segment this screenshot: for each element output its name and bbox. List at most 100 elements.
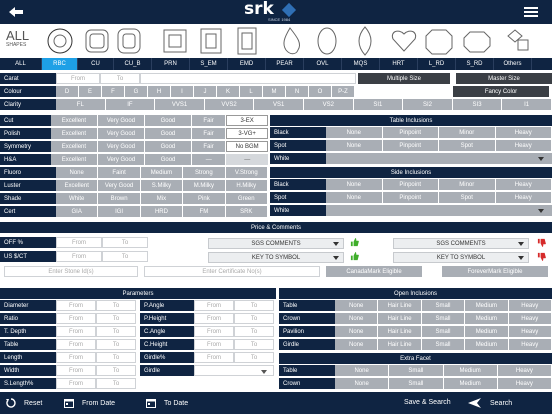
thumbs-up-icon[interactable]: [350, 252, 359, 261]
fluoro-option-v-strong[interactable]: V.Strong: [225, 167, 268, 178]
param-to-input[interactable]: To: [96, 326, 136, 337]
param-to-input[interactable]: To: [96, 300, 136, 311]
ha-option-excellent[interactable]: Excellent: [50, 154, 98, 165]
param-to-input[interactable]: To: [234, 313, 274, 324]
girdle-dropdown[interactable]: [194, 365, 274, 376]
fancy-color-button[interactable]: Fancy Color: [453, 86, 549, 97]
table_inclusions-option-minor[interactable]: Minor: [439, 127, 496, 138]
polish-extra-option[interactable]: 3-VG+: [226, 128, 268, 139]
master-size-button[interactable]: Master Size: [456, 73, 552, 84]
param-from-input[interactable]: From: [194, 300, 234, 311]
cut-option-very-good[interactable]: Very Good: [97, 115, 145, 126]
extra-facet-option-heavy[interactable]: Heavy: [497, 378, 552, 389]
shade-option-white[interactable]: White: [56, 193, 99, 204]
clarity-option-si1[interactable]: SI1: [353, 99, 404, 110]
param-to-input[interactable]: To: [234, 326, 274, 337]
side_inclusions-option-pinpoint[interactable]: Pinpoint: [382, 192, 439, 203]
param-to-input[interactable]: To: [96, 339, 136, 350]
open-inclusion-option-none[interactable]: None: [335, 339, 379, 350]
thumbs-down-icon[interactable]: [537, 238, 546, 247]
extra-facet-option-small[interactable]: Small: [389, 365, 444, 376]
cut-option-excellent[interactable]: Excellent: [50, 115, 98, 126]
param-from-input[interactable]: From: [194, 326, 234, 337]
usct-to-input[interactable]: To: [102, 251, 148, 262]
clarity-option-if[interactable]: IF: [105, 99, 156, 110]
polish-option-excellent[interactable]: Excellent: [50, 128, 98, 139]
extra-facet-option-medium[interactable]: Medium: [443, 378, 498, 389]
colour-option-d[interactable]: D: [56, 86, 79, 97]
shade-option-pink[interactable]: Pink: [183, 193, 226, 204]
cut-option-fair[interactable]: Fair: [191, 115, 227, 126]
param-from-input[interactable]: From: [56, 378, 96, 389]
open-inclusion-option-none[interactable]: None: [335, 326, 379, 337]
clarity-option-vs1[interactable]: VS1: [254, 99, 304, 110]
shape-tab-all[interactable]: ALL: [0, 58, 42, 70]
polish-option-very-good[interactable]: Very Good: [97, 128, 145, 139]
symmetry-extra-option[interactable]: No BGM: [226, 141, 268, 152]
side_inclusions-white-dropdown[interactable]: [326, 205, 552, 216]
open-inclusion-option-small[interactable]: Small: [421, 339, 466, 350]
shape-tab-others[interactable]: Others: [494, 58, 532, 70]
param-from-input[interactable]: From: [194, 352, 234, 363]
colour-option-g[interactable]: G: [125, 86, 148, 97]
carat-extra-input[interactable]: [140, 73, 356, 84]
param-from-input[interactable]: From: [56, 365, 96, 376]
fluoro-option-strong[interactable]: Strong: [183, 167, 226, 178]
open-inclusion-option-medium[interactable]: Medium: [465, 339, 509, 350]
cert-option-igi[interactable]: IGI: [98, 206, 141, 217]
shape-tab-cu-b[interactable]: CU_B: [114, 58, 152, 70]
off-from-input[interactable]: From: [56, 237, 102, 248]
param-from-input[interactable]: From: [56, 326, 96, 337]
fluoro-option-none[interactable]: None: [56, 167, 99, 178]
shape-tab-rbc[interactable]: RBC: [42, 58, 78, 70]
colour-option-n[interactable]: N: [286, 86, 309, 97]
sgs-comments-dropdown-1[interactable]: SGS COMMENTS: [208, 238, 344, 249]
cert-option-hrd[interactable]: HRD: [140, 206, 184, 217]
table_inclusions-option-heavy[interactable]: Heavy: [495, 140, 552, 151]
key-to-symbol-dropdown-1[interactable]: KEY TO SYMBOL: [208, 252, 344, 263]
save-search-button[interactable]: Save & Search: [404, 399, 451, 406]
side_inclusions-option-none[interactable]: None: [326, 179, 383, 190]
symmetry-option-very-good[interactable]: Very Good: [97, 141, 145, 152]
shape-tab-l-rd[interactable]: L_RD: [418, 58, 456, 70]
luster-option-m-milky[interactable]: M.Milky: [183, 180, 226, 191]
luster-option-very-good[interactable]: Very Good: [98, 180, 141, 191]
cert-option-gia[interactable]: GIA: [56, 206, 99, 217]
side_inclusions-option-heavy[interactable]: Heavy: [495, 192, 552, 203]
shape-tab-ovl[interactable]: OVL: [304, 58, 342, 70]
open-inclusion-option-medium[interactable]: Medium: [465, 326, 509, 337]
open-inclusion-option-small[interactable]: Small: [421, 300, 466, 311]
symmetry-option-excellent[interactable]: Excellent: [50, 141, 98, 152]
open-inclusion-option-heavy[interactable]: Heavy: [508, 300, 552, 311]
colour-option-o[interactable]: O: [309, 86, 332, 97]
thumbs-up-icon[interactable]: [350, 238, 359, 247]
param-to-input[interactable]: To: [234, 352, 274, 363]
clarity-option-vs2[interactable]: VS2: [303, 99, 354, 110]
open-inclusion-option-small[interactable]: Small: [421, 313, 466, 324]
colour-option-e[interactable]: E: [79, 86, 102, 97]
fluoro-option-faint[interactable]: Faint: [98, 167, 141, 178]
open-inclusion-option-small[interactable]: Small: [421, 326, 466, 337]
key-to-symbol-dropdown-2[interactable]: KEY TO SYMBOL: [393, 252, 529, 263]
side_inclusions-option-minor[interactable]: Minor: [439, 179, 496, 190]
param-from-input[interactable]: From: [194, 313, 234, 324]
clarity-option-vvs1[interactable]: VVS1: [155, 99, 205, 110]
usct-from-input[interactable]: From: [56, 251, 102, 262]
param-from-input[interactable]: From: [56, 339, 96, 350]
ha-option-good[interactable]: Good: [145, 154, 193, 165]
table_inclusions-option-heavy[interactable]: Heavy: [495, 127, 552, 138]
carat-to-input[interactable]: To: [100, 73, 140, 84]
table_inclusions-white-dropdown[interactable]: [326, 153, 552, 164]
table_inclusions-option-none[interactable]: None: [326, 127, 383, 138]
param-to-input[interactable]: To: [96, 313, 136, 324]
extra-facet-option-small[interactable]: Small: [389, 378, 444, 389]
open-inclusion-option-medium[interactable]: Medium: [465, 313, 509, 324]
open-inclusion-option-hair-line[interactable]: Hair Line: [378, 313, 422, 324]
param-to-input[interactable]: To: [96, 365, 136, 376]
multiple-size-button[interactable]: Multiple Size: [358, 73, 450, 84]
side_inclusions-option-heavy[interactable]: Heavy: [495, 179, 552, 190]
cert-option-srk[interactable]: SRK: [225, 206, 268, 217]
clarity-option-vvs2[interactable]: VVS2: [204, 99, 255, 110]
param-from-input[interactable]: From: [56, 300, 96, 311]
clarity-option-fl[interactable]: FL: [56, 99, 106, 110]
